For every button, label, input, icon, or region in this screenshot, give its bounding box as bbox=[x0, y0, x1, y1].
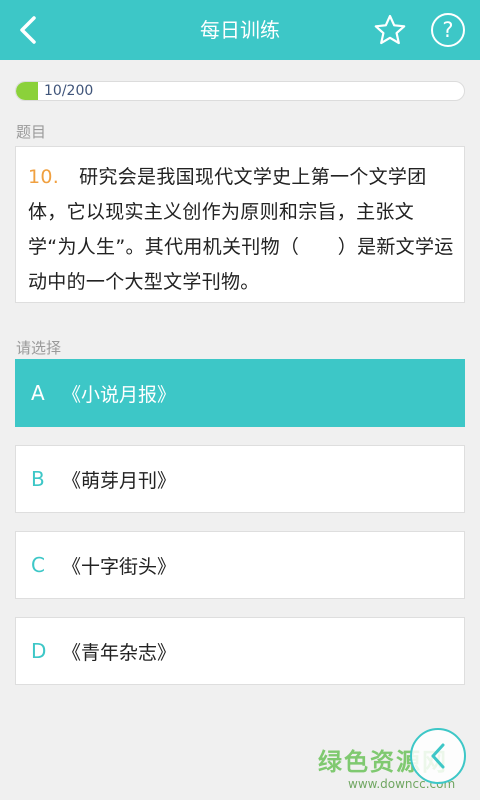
option-b[interactable]: B 《萌芽月刊》 bbox=[15, 445, 465, 513]
option-text: 《十字街头》 bbox=[62, 555, 177, 578]
option-text: 《萌芽月刊》 bbox=[62, 469, 177, 492]
choices-section-label: 请选择 bbox=[16, 339, 62, 357]
help-button[interactable]: ? bbox=[431, 13, 465, 47]
question-body: 研究会是我国现代文学史上第一个文学团体，它以现实主义创作为原则和宗旨，主张文学“… bbox=[28, 166, 454, 293]
back-button[interactable] bbox=[8, 10, 48, 50]
option-letter: B bbox=[31, 467, 45, 491]
star-icon bbox=[374, 14, 406, 45]
progress-fill bbox=[16, 82, 39, 100]
option-d[interactable]: D 《青年杂志》 bbox=[15, 617, 465, 685]
question-section-label: 题目 bbox=[16, 123, 47, 141]
question-card: 10. 研究会是我国现代文学史上第一个文学团体，它以现实主义创作为原则和宗旨，主张… bbox=[15, 146, 465, 303]
chevron-left-icon bbox=[20, 16, 36, 44]
option-letter: A bbox=[31, 381, 45, 405]
question-mark-icon: ? bbox=[442, 18, 454, 42]
progress-text: 10/200 bbox=[44, 83, 94, 99]
option-a[interactable]: A 《小说月报》 bbox=[15, 359, 465, 427]
option-c[interactable]: C 《十字街头》 bbox=[15, 531, 465, 599]
chevron-left-icon bbox=[431, 743, 445, 769]
app-header: 每日训练 ? bbox=[0, 0, 480, 60]
question-text: 10. 研究会是我国现代文学史上第一个文学团体，它以现实主义创作为原则和宗旨，主张… bbox=[28, 160, 454, 300]
option-letter: D bbox=[31, 639, 47, 663]
option-letter: C bbox=[31, 553, 45, 577]
question-number: 10. bbox=[28, 166, 60, 188]
progress-bar: 10/200 bbox=[15, 81, 465, 101]
option-text: 《青年杂志》 bbox=[62, 641, 177, 664]
watermark-url: www.downcc.com bbox=[348, 777, 456, 791]
favorite-button[interactable] bbox=[371, 11, 409, 49]
previous-question-button[interactable] bbox=[410, 728, 466, 784]
option-text: 《小说月报》 bbox=[62, 383, 177, 406]
